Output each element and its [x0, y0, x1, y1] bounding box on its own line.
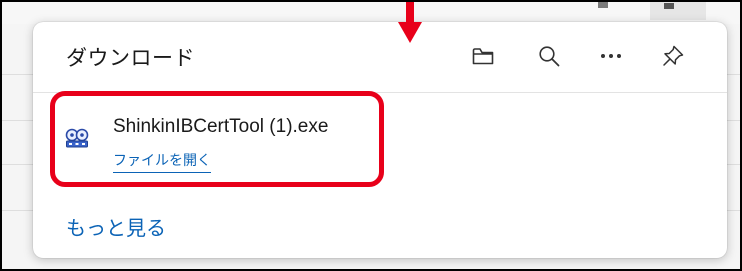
annotation-arrow-icon	[398, 0, 422, 43]
downloads-panel-title: ダウンロード	[66, 46, 195, 70]
open-downloads-folder-button[interactable]	[465, 38, 501, 74]
search-icon	[539, 46, 560, 67]
toolbar-glyph	[664, 3, 674, 9]
see-more-link[interactable]: もっと見る	[66, 212, 166, 241]
more-icon	[601, 54, 621, 58]
downloads-panel-header: ダウンロード	[33, 22, 727, 92]
open-file-link[interactable]: ファイルを開く	[113, 150, 211, 173]
downloads-panel: ダウンロード ShinkinIBCertTool (1).exe ファイルを開く…	[33, 22, 727, 258]
toolbar-downloads-button[interactable]	[650, 0, 706, 20]
pin-button[interactable]	[655, 38, 691, 74]
more-options-button[interactable]	[593, 38, 629, 74]
download-item[interactable]: ShinkinIBCertTool (1).exe ファイルを開く	[55, 98, 395, 182]
download-file-name: ShinkinIBCertTool (1).exe	[113, 116, 329, 137]
header-divider	[33, 92, 727, 93]
toolbar-glyph	[598, 2, 608, 8]
folder-icon	[472, 48, 494, 65]
search-downloads-button[interactable]	[531, 38, 567, 74]
browser-toolbar-strip	[0, 0, 742, 24]
installer-icon	[65, 128, 89, 148]
pin-icon	[663, 45, 684, 66]
